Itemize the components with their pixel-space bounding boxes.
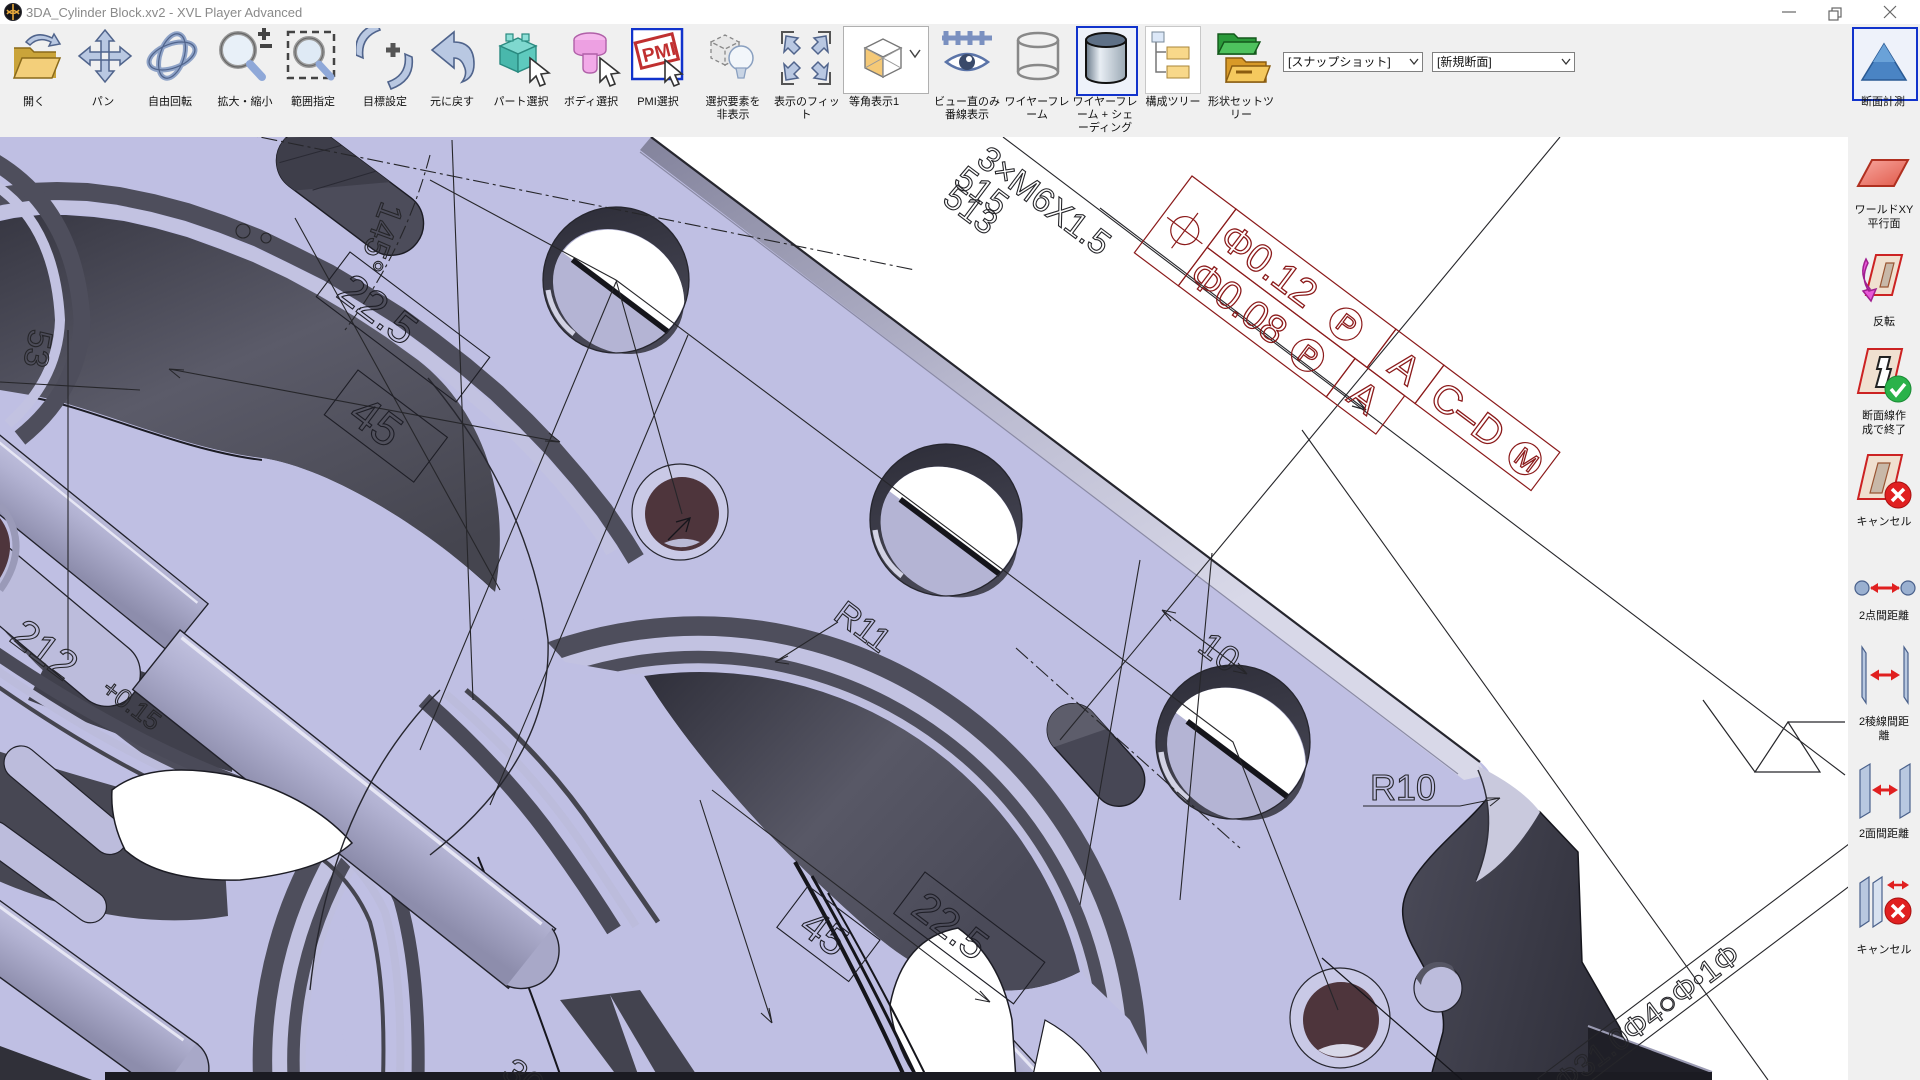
svg-text:53: 53 bbox=[16, 327, 60, 371]
svg-text:R10: R10 bbox=[1370, 767, 1436, 808]
